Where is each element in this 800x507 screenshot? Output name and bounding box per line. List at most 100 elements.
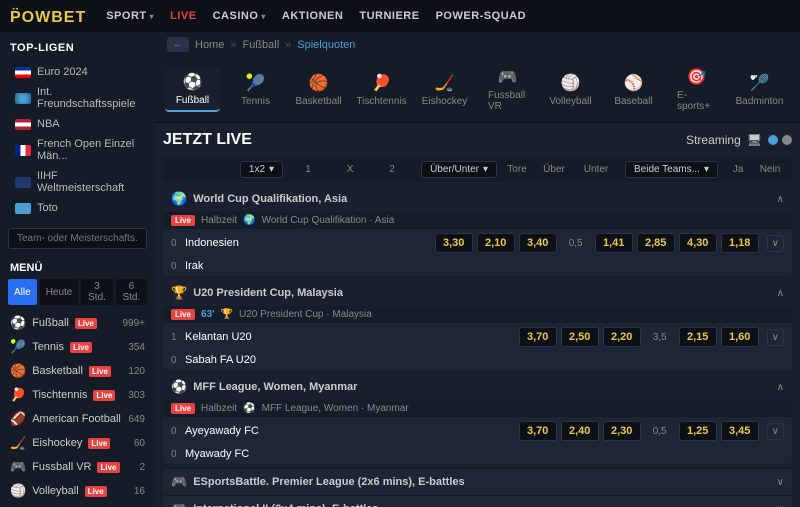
basketball-tab-icon: 🏀 <box>309 73 329 93</box>
back-button[interactable]: ← <box>167 37 189 52</box>
sport-tab-volleyball[interactable]: 🏐 Volleyball <box>543 69 598 111</box>
volleyball-icon: 🏐 <box>10 483 26 499</box>
sport-tab-tischtennis[interactable]: 🏓 Tischtennis <box>354 69 409 111</box>
more-odds-btn[interactable]: ∨ <box>767 235 784 252</box>
esports-icon: 🎮 <box>171 501 187 507</box>
sidebar-item-iihf[interactable]: IIHF Weltmeisterschaft <box>10 166 145 198</box>
breadcrumb-home[interactable]: Home <box>195 39 224 51</box>
filter-tab-3std[interactable]: 3 Std. <box>81 279 112 305</box>
toggle-on-dot <box>768 135 778 145</box>
odd-both-nein[interactable]: 1,18 <box>721 233 759 253</box>
sidebar-sport-american-football[interactable]: 🏈 American Football 649 <box>0 407 155 431</box>
breadcrumb-current: Spielquoten <box>297 39 355 51</box>
filter-tab-all[interactable]: Alle <box>8 279 37 305</box>
league-header-mff[interactable]: ⚽ MFF League, Women, Myanmar ∧ <box>163 374 792 400</box>
jetzt-live-label: JETZT LIVE <box>163 131 252 149</box>
nav-power-squad[interactable]: POWER-SQUAD <box>436 10 526 22</box>
odd-1x2-1[interactable]: 3,30 <box>435 233 473 253</box>
sport-tab-baseball[interactable]: ⚾ Baseball <box>606 69 661 111</box>
sidebar-item-french-open[interactable]: French Open Einzel Män... <box>10 134 145 166</box>
odd-both-ja[interactable]: 4,30 <box>679 233 717 253</box>
team-score-2: 0 <box>171 355 185 366</box>
more-odds-btn[interactable]: ∨ <box>767 423 784 440</box>
odd-under[interactable]: 2,85 <box>637 233 675 253</box>
odd-over[interactable]: 1,25 <box>679 421 717 441</box>
odd-under[interactable]: 1,60 <box>721 327 759 347</box>
sport-tab-esports[interactable]: 🎯 E-sports+ <box>669 63 724 116</box>
match-row-ayeyawady: 0 Ayeyawady FC 3,70 2,40 2,30 0,5 1,25 3… <box>163 418 792 445</box>
sport-tab-badminton[interactable]: 🏸 Badminton <box>732 69 787 111</box>
odd-1x2-x[interactable]: 2,10 <box>477 233 515 253</box>
odd-1x2-x[interactable]: 2,40 <box>561 421 599 441</box>
chevron-down-icon: ∨ <box>777 477 784 488</box>
tischtennis-icon: 🏓 <box>10 387 26 403</box>
more-odds-btn[interactable]: ∨ <box>767 329 784 346</box>
sidebar-sport-basketball[interactable]: 🏀 Basketball Live 120 <box>0 359 155 383</box>
odds-grid-u20: 3,70 2,50 2,20 3,5 2,15 1,60 ∨ <box>519 327 784 347</box>
sidebar-sport-volleyball[interactable]: 🏐 Volleyball Live 16 <box>0 479 155 503</box>
both-teams-selector[interactable]: Beide Teams... ▾ <box>625 161 718 178</box>
league-block-u20: 🏆 U20 President Cup, Malaysia ∧ Live 63'… <box>163 280 792 370</box>
sport-tab-fussball-vr[interactable]: 🎮 Fussball VR <box>480 63 535 116</box>
tischtennis-tab-icon: 🏓 <box>372 73 392 93</box>
sidebar-item-freundschaft[interactable]: Int. Freundschaftsspiele <box>10 82 145 114</box>
sport-tab-tennis[interactable]: 🎾 Tennis <box>228 69 283 111</box>
sidebar-sport-eishockey[interactable]: 🏒 Eishockey Live 60 <box>0 431 155 455</box>
search-input[interactable] <box>8 228 147 249</box>
chevron-down-icon: ▾ <box>150 12 155 21</box>
league-header-worldcup[interactable]: 🌍 World Cup Qualifikation, Asia ∧ <box>163 186 792 212</box>
odd-1x2-x[interactable]: 2,50 <box>561 327 599 347</box>
league-header-u20[interactable]: 🏆 U20 President Cup, Malaysia ∧ <box>163 280 792 306</box>
tennis-tab-icon: 🎾 <box>246 73 266 93</box>
sidebar-sport-fussball[interactable]: ⚽ Fußball Live 999+ <box>0 311 155 335</box>
odd-1x2-1[interactable]: 3,70 <box>519 421 557 441</box>
sidebar-item-toto[interactable]: Toto <box>10 198 145 218</box>
nav-aktionen[interactable]: AKTIONEN <box>282 10 343 22</box>
streaming-toggle[interactable] <box>768 135 792 145</box>
filter-tab-6std[interactable]: 6 Std. <box>116 279 147 305</box>
sport-tab-fussball[interactable]: ⚽ Fußball <box>165 68 220 112</box>
sport-tab-basketball[interactable]: 🏀 Basketball <box>291 69 346 111</box>
fussball-tab-icon: ⚽ <box>183 72 203 92</box>
filter-tab-heute[interactable]: Heute <box>40 279 79 305</box>
sidebar-sport-baseball[interactable]: ⚾ Baseball Live 78 <box>0 503 155 507</box>
team-name-sabah: Sabah FA U20 <box>185 354 784 366</box>
odd-1x2-2[interactable]: 3,40 <box>519 233 557 253</box>
sidebar-sport-tennis[interactable]: 🎾 Tennis Live 354 <box>0 335 155 359</box>
breadcrumb-sep2: » <box>285 39 291 51</box>
odd-1x2-2[interactable]: 2,20 <box>603 327 641 347</box>
sport-tab-cricket[interactable]: 🏏 Cricket+ <box>795 69 800 111</box>
team-score-2: 0 <box>171 261 185 272</box>
sidebar-sport-fussball-vr[interactable]: 🎮 Fussball VR Live 2 <box>0 455 155 479</box>
nav-turniere[interactable]: TURNIERE <box>359 10 419 22</box>
odd-1x2-1[interactable]: 3,70 <box>519 327 557 347</box>
fussball-icon: ⚽ <box>10 315 26 331</box>
toggle-off-dot <box>782 135 792 145</box>
team-name-myawady: Myawady FC <box>185 448 784 460</box>
nav-live[interactable]: LIVE <box>170 10 196 22</box>
sidebar-sport-tischtennis[interactable]: 🏓 Tischtennis Live 303 <box>0 383 155 407</box>
nav-casino[interactable]: CASINO ▾ <box>213 10 266 22</box>
odd-under[interactable]: 3,45 <box>721 421 759 441</box>
simple-league-esports1[interactable]: 🎮 ESportsBattle. Premier League (2x6 min… <box>163 468 792 495</box>
odds-type-selector[interactable]: 1x2 ▾ <box>240 161 283 178</box>
odd-over[interactable]: 1,41 <box>595 233 633 253</box>
nav-sport[interactable]: SPORT ▾ <box>106 10 154 22</box>
volleyball-tab-icon: 🏐 <box>561 73 581 93</box>
sidebar-item-euro2024[interactable]: Euro 2024 <box>10 62 145 82</box>
flag-icon <box>15 93 31 104</box>
team-score-2: 0 <box>171 449 185 460</box>
odd-1x2-2[interactable]: 2,30 <box>603 421 641 441</box>
breadcrumb-sep1: » <box>230 39 236 51</box>
logo[interactable]: P̈OWBET <box>10 6 86 27</box>
sidebar-item-nba[interactable]: NBA <box>10 114 145 134</box>
team-score-1: 0 <box>171 238 185 249</box>
odd-over[interactable]: 2,15 <box>679 327 717 347</box>
nav-menu: SPORT ▾ LIVE CASINO ▾ AKTIONEN TURNIERE … <box>106 10 526 22</box>
simple-league-international[interactable]: 🎮 International II (2x4 mins), E-battles… <box>163 495 792 507</box>
sport-tab-eishockey[interactable]: 🏒 Eishockey <box>417 69 472 111</box>
over-under-selector[interactable]: Über/Unter ▾ <box>421 161 497 178</box>
breadcrumb-sport[interactable]: Fußball <box>242 39 279 51</box>
live-badge: Live <box>88 438 110 449</box>
col-header-nein: Nein <box>756 164 784 175</box>
